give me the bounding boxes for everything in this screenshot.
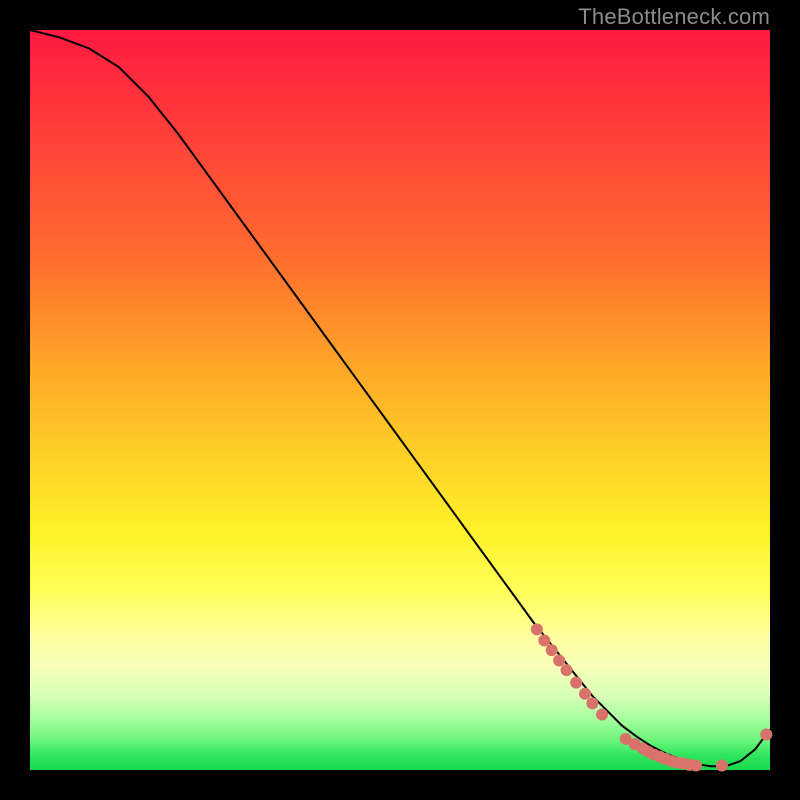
marker-dot xyxy=(579,688,591,700)
bottleneck-curve xyxy=(30,30,770,766)
marker-dot xyxy=(586,697,598,709)
marker-dot xyxy=(596,709,608,721)
marker-dot xyxy=(531,623,543,635)
marker-dot xyxy=(546,644,558,656)
marker-group xyxy=(531,623,772,771)
chart-overlay xyxy=(30,30,770,770)
marker-dot xyxy=(690,760,702,772)
marker-dot xyxy=(716,760,728,772)
marker-dot xyxy=(561,664,573,676)
marker-dot xyxy=(553,654,565,666)
marker-dot xyxy=(538,635,550,647)
chart-frame: TheBottleneck.com xyxy=(0,0,800,800)
marker-dot xyxy=(760,728,772,740)
watermark-label: TheBottleneck.com xyxy=(578,4,770,30)
marker-dot xyxy=(570,677,582,689)
